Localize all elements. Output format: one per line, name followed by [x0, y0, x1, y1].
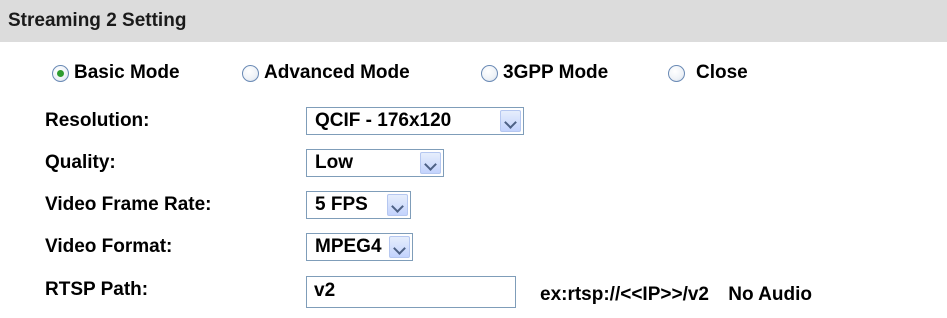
close-radio[interactable]: [668, 64, 685, 82]
rtsp-path-label: RTSP Path:: [45, 279, 149, 300]
rtsp-path-input[interactable]: v2: [306, 276, 516, 308]
chevron-down-icon[interactable]: [420, 152, 441, 174]
frame-rate-label: Video Frame Rate:: [45, 194, 212, 215]
resolution-select[interactable]: QCIF - 176x120: [306, 107, 524, 135]
basic-mode-label[interactable]: Basic Mode: [74, 62, 180, 84]
chevron-down-icon[interactable]: [387, 194, 408, 216]
advanced-mode-radio[interactable]: [242, 64, 259, 82]
rtsp-path-hint: ex:rtsp://<<IP>>/v2 No Audio: [540, 284, 812, 306]
frame-rate-value: 5 FPS: [315, 194, 368, 215]
advanced-mode-label[interactable]: Advanced Mode: [264, 62, 410, 84]
format-label: Video Format:: [45, 236, 173, 257]
quality-label: Quality:: [45, 152, 116, 173]
quality-value: Low: [315, 152, 353, 173]
chevron-down-icon[interactable]: [389, 236, 410, 258]
close-option[interactable]: Close: [668, 62, 748, 84]
format-select[interactable]: MPEG4: [306, 233, 413, 261]
format-value: MPEG4: [315, 236, 382, 257]
chevron-down-icon[interactable]: [500, 110, 521, 132]
mode-selector: Basic Mode Advanced Mode 3GPP Mode Close: [0, 52, 947, 96]
basic-mode-option[interactable]: Basic Mode: [52, 62, 180, 84]
advanced-mode-option[interactable]: Advanced Mode: [242, 62, 410, 84]
3gpp-mode-radio[interactable]: [481, 64, 498, 82]
3gpp-mode-label[interactable]: 3GPP Mode: [503, 62, 608, 84]
rtsp-example-text: ex:rtsp://<<IP>>/v2: [540, 284, 709, 305]
section-title-bar: Streaming 2 Setting: [0, 0, 947, 42]
3gpp-mode-option[interactable]: 3GPP Mode: [481, 62, 608, 84]
section-title: Streaming 2 Setting: [8, 10, 187, 31]
audio-status-text: No Audio: [728, 284, 812, 305]
resolution-value: QCIF - 176x120: [315, 110, 452, 131]
close-label[interactable]: Close: [696, 62, 748, 84]
quality-select[interactable]: Low: [306, 149, 444, 177]
basic-mode-radio[interactable]: [52, 64, 69, 82]
frame-rate-select[interactable]: 5 FPS: [306, 191, 411, 219]
resolution-label: Resolution:: [45, 110, 150, 131]
